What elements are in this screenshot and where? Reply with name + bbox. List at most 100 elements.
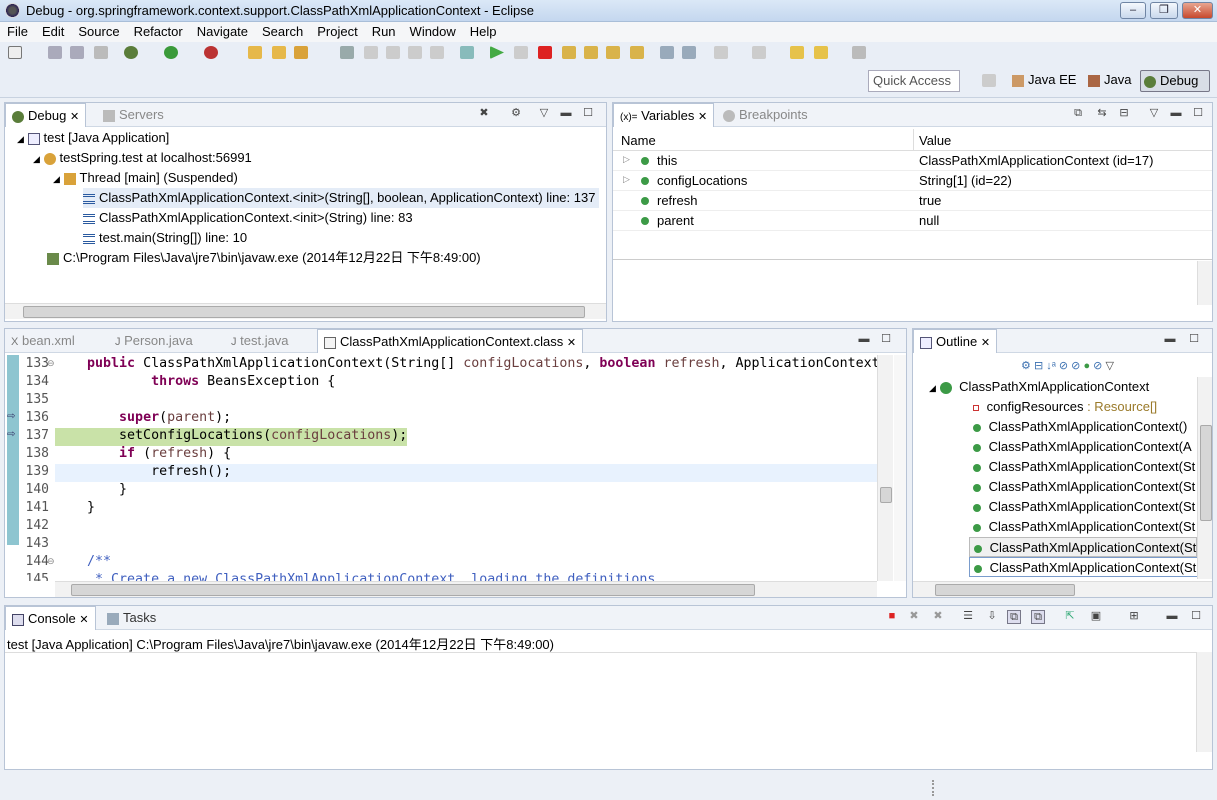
minimize-view-icon[interactable]: ▬ — [1169, 107, 1183, 121]
view-options-icon[interactable]: ⚙ — [509, 107, 523, 121]
view-menu-icon[interactable]: ▽ — [1147, 107, 1161, 121]
tab-test-java[interactable]: J test.java — [225, 329, 295, 353]
expand-icon[interactable]: ▷ — [623, 154, 630, 165]
perspective-java[interactable]: Java — [1088, 72, 1131, 87]
code-line[interactable]: 142 — [5, 518, 877, 536]
collapse-all-icon[interactable]: ⊟ — [1117, 107, 1131, 121]
perspective-java-ee[interactable]: Java EE — [1012, 72, 1076, 87]
minimize-button[interactable]: – — [1120, 2, 1146, 19]
drop-to-frame-icon[interactable] — [660, 46, 674, 59]
menu-source[interactable]: Source — [71, 22, 126, 39]
show-whitespace-icon[interactable] — [430, 46, 444, 59]
use-step-filters-icon[interactable] — [682, 46, 696, 59]
external-tools-icon[interactable] — [204, 46, 218, 59]
code-line[interactable]: 138 if (refresh) { — [5, 446, 877, 464]
tab-outline[interactable]: Outline ✕ — [913, 329, 998, 353]
console-scrollbar[interactable] — [1196, 652, 1212, 752]
maximize-view-icon[interactable]: ☐ — [1191, 107, 1205, 121]
fold-icon[interactable]: ⊖ — [47, 556, 55, 567]
new-icon[interactable] — [8, 46, 22, 59]
tab-bean-xml[interactable]: X bean.xml — [5, 329, 81, 353]
outline-item-constructor[interactable]: ClassPathXmlApplicationContext(St — [969, 537, 1197, 557]
open-perspective-icon[interactable] — [982, 74, 996, 87]
remove-terminated-icon[interactable]: ✖ — [477, 107, 491, 121]
remove-launch-icon[interactable]: ✖ — [907, 610, 921, 624]
maximize-view-icon[interactable]: ☐ — [1187, 333, 1201, 347]
tree-item-vm[interactable]: ◢ testSpring.test at localhost:56991 — [33, 148, 252, 168]
expand-icon[interactable]: ▷ — [623, 174, 630, 185]
outline-item-constructor[interactable]: ClassPathXmlApplicationContext(St — [973, 457, 1195, 477]
variable-row[interactable]: ▷ this ClassPathXmlApplicationContext (i… — [613, 151, 1212, 171]
menu-search[interactable]: Search — [255, 22, 310, 39]
suspend-icon[interactable] — [514, 46, 528, 59]
maximize-view-icon[interactable]: ☐ — [581, 107, 595, 121]
maximize-view-icon[interactable]: ☐ — [1189, 610, 1203, 624]
code-line[interactable]: 135 — [5, 392, 877, 410]
sort-icon[interactable]: ↓ᵃ — [1046, 360, 1056, 372]
tree-item-process[interactable]: C:\Program Files\Java\jre7\bin\javaw.exe… — [47, 248, 481, 268]
tab-class-file[interactable]: ClassPathXmlApplicationContext.class ✕ — [317, 329, 584, 353]
back-icon[interactable] — [814, 46, 828, 59]
show-logical-structure-icon[interactable]: ⇆ — [1095, 107, 1109, 121]
minimize-view-icon[interactable]: ▬ — [559, 107, 573, 121]
forward-icon[interactable] — [852, 46, 866, 59]
tree-item-app[interactable]: ◢ test [Java Application] — [17, 128, 169, 148]
perspective-debug[interactable]: Debug — [1140, 70, 1210, 92]
collapse-icon[interactable]: ◢ — [53, 174, 60, 184]
collapse-all-icon[interactable]: ⊟ — [1034, 360, 1043, 372]
hide-fields-icon[interactable]: ⚙ — [1021, 360, 1031, 372]
details-scrollbar[interactable] — [1197, 261, 1212, 305]
menu-project[interactable]: Project — [310, 22, 364, 39]
show-stdout-icon[interactable]: ⧉ — [1007, 610, 1021, 624]
tab-debug[interactable]: Debug ✕ — [5, 103, 87, 127]
step-over-icon[interactable] — [606, 46, 620, 59]
stack-frame[interactable]: ClassPathXmlApplicationContext.<init>(St… — [83, 208, 413, 228]
minimize-view-icon[interactable]: ▬ — [857, 333, 871, 347]
remove-all-terminated-icon[interactable]: ✖ — [931, 610, 945, 624]
view-menu-icon[interactable]: ▽ — [1105, 360, 1113, 372]
tree-item-thread[interactable]: ◢ Thread [main] (Suspended) — [53, 168, 238, 188]
clear-console-icon[interactable]: ☰ — [961, 610, 975, 624]
menu-navigate[interactable]: Navigate — [190, 22, 255, 39]
outline-item-constructor[interactable]: ClassPathXmlApplicationContext(St — [973, 477, 1195, 497]
close-icon[interactable]: ✕ — [70, 111, 79, 123]
clipboard-icon[interactable] — [408, 46, 422, 59]
scroll-lock-icon[interactable]: ⇩ — [985, 610, 999, 624]
menu-file[interactable]: File — [0, 22, 35, 39]
show-stderr-icon[interactable]: ⧉ — [1031, 610, 1045, 624]
resume-icon[interactable] — [490, 46, 504, 59]
variable-row[interactable]: ▷ configLocations String[1] (id=22) — [613, 171, 1212, 191]
debug-icon[interactable] — [124, 46, 138, 59]
terminate-icon[interactable]: ■ — [885, 610, 899, 624]
fold-icon[interactable]: ⊖ — [47, 358, 55, 369]
display-console-icon[interactable]: ▣ — [1089, 610, 1103, 624]
search-tool-icon[interactable] — [294, 46, 308, 59]
code-line-current[interactable]: 137 setConfigLocations(configLocations); — [5, 428, 877, 446]
tab-tasks[interactable]: Tasks — [101, 606, 162, 630]
outline-horizontal-scrollbar[interactable] — [913, 581, 1212, 597]
code-line[interactable]: 144 ⊖ /** — [5, 554, 877, 572]
outline-item-class[interactable]: ◢ ClassPathXmlApplicationContext — [929, 377, 1149, 397]
annotation-icon[interactable] — [340, 46, 354, 59]
details-pane[interactable] — [613, 259, 1212, 321]
next-annotation-icon[interactable] — [714, 46, 728, 59]
column-name[interactable]: Name — [621, 133, 656, 148]
horizontal-scrollbar[interactable] — [5, 303, 606, 319]
skip-breakpoints-icon[interactable] — [460, 46, 474, 59]
maximize-button[interactable]: ❐ — [1150, 2, 1178, 19]
open-type-icon[interactable] — [272, 46, 286, 59]
outline-item-constructor[interactable]: ClassPathXmlApplicationContext(St — [973, 497, 1195, 517]
prev-annotation-icon[interactable] — [752, 46, 766, 59]
quick-access-input[interactable]: Quick Access — [868, 70, 960, 92]
edit-icon[interactable] — [386, 46, 400, 59]
outline-vertical-scrollbar[interactable] — [1197, 377, 1212, 579]
save-icon[interactable] — [48, 46, 62, 59]
pin-console-icon[interactable]: ⇱ — [1063, 610, 1077, 624]
print-icon[interactable] — [94, 46, 108, 59]
open-console-icon[interactable]: ⊞ — [1127, 610, 1141, 624]
minimize-view-icon[interactable]: ▬ — [1165, 610, 1179, 624]
code-line[interactable]: 136 super(parent); — [5, 410, 877, 428]
menu-edit[interactable]: Edit — [35, 22, 71, 39]
save-all-icon[interactable] — [70, 46, 84, 59]
close-icon[interactable]: ✕ — [981, 337, 990, 349]
